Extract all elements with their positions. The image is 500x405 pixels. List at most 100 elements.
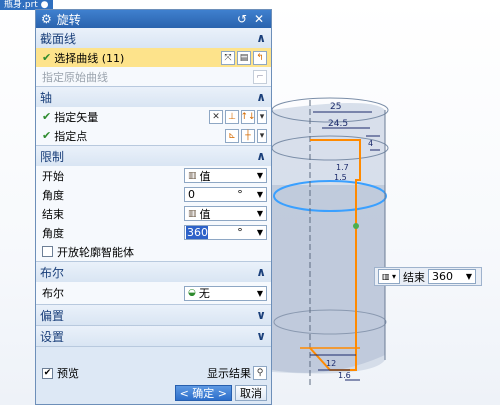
end-angle-value[interactable]: 360 [186, 226, 208, 239]
boolean-title: 布尔 [40, 265, 65, 280]
svg-text:24.5: 24.5 [328, 119, 348, 129]
boolean-group: 布尔 ∧ 布尔 ◒ 无 ▼ [36, 262, 271, 305]
button-row: < 确定 > 取消 [36, 382, 271, 404]
angle1-label: 角度 [42, 188, 64, 202]
svg-text:1.7: 1.7 [336, 163, 349, 172]
limits-header[interactable]: 限制 ∧ [36, 146, 271, 166]
boolean-select[interactable]: ◒ 无 ▼ [184, 285, 267, 301]
chevron-down-icon: ▼ [256, 209, 263, 218]
preview-label: 预览 [57, 367, 79, 380]
start-angle-value[interactable]: 0 [185, 188, 230, 201]
angle1-row: 角度 0 ° ▼ [36, 185, 271, 204]
point-dropdown-icon[interactable]: ▾ [257, 128, 267, 143]
specify-origin-curve-label: 指定原始曲线 [42, 70, 108, 84]
chevron-down-icon[interactable]: ▼ [257, 228, 266, 237]
revolve-dialog: ⚙ 旋转 ↺ ✕ 截面线 ∧ ✔ 选择曲线 (11) ⤧ ▤ ↰ 指定原始曲线 … [35, 9, 272, 405]
boolean-row: 布尔 ◒ 无 ▼ [36, 282, 271, 304]
start-angle-input[interactable]: 0 ° ▼ [184, 187, 267, 202]
show-result-label: 显示结果 [207, 367, 251, 380]
settings-title: 设置 [40, 329, 65, 344]
select-curve-row[interactable]: ✔ 选择曲线 (11) ⤧ ▤ ↰ [36, 48, 271, 67]
start-select[interactable]: ▥ 值 ▼ [184, 168, 267, 183]
curve-rule-icon[interactable]: ⤧ [221, 50, 235, 65]
open-profile-checkbox[interactable] [42, 246, 53, 257]
reset-icon[interactable]: ↺ [235, 12, 249, 26]
end-angle-input[interactable]: 360 ° ▼ [184, 225, 267, 240]
chevron-up-icon: ∧ [256, 265, 266, 279]
close-icon[interactable]: ✕ [252, 12, 266, 26]
section-curve-group: 截面线 ∧ ✔ 选择曲线 (11) ⤧ ▤ ↰ 指定原始曲线 ⌐ [36, 28, 271, 87]
gear-icon: ⚙ [41, 12, 52, 26]
vector-dialog-icon[interactable]: ⊥ [225, 109, 239, 124]
point-dialog-icon[interactable]: ⊾ [225, 128, 239, 143]
check-icon: ✔ [42, 110, 52, 123]
chevron-up-icon: ∧ [256, 90, 266, 104]
axis-title: 轴 [40, 90, 53, 105]
chevron-up-icon: ∧ [256, 31, 266, 45]
specify-vector-row[interactable]: ✔ 指定矢量 ✕ ⊥ ↑↓ ▾ [36, 107, 271, 126]
end-label: 结束 [42, 207, 64, 221]
svg-text:25: 25 [330, 102, 341, 112]
chevron-down-icon: ∨ [256, 308, 266, 322]
limits-title: 限制 [40, 149, 65, 164]
preview-checkbox[interactable]: ✔ [42, 367, 53, 379]
specify-vector-label: 指定矢量 [54, 110, 99, 124]
specify-origin-curve-row: 指定原始曲线 ⌐ [36, 67, 271, 86]
boolean-label: 布尔 [42, 287, 64, 300]
curve-icon[interactable]: ↰ [253, 50, 267, 65]
floating-end-widget: ▥ ▾ 结束 360 ▼ [374, 267, 482, 286]
chevron-down-icon: ∨ [256, 329, 266, 343]
limits-group: 限制 ∧ 开始 ▥ 值 ▼ 角度 0 ° ▼ 结束 ▥ 值 ▼ 角度 360 °… [36, 146, 271, 262]
settings-group: 设置 ∨ [36, 326, 271, 347]
svg-text:1.6: 1.6 [338, 371, 351, 380]
chevron-down-icon: ▼ [256, 171, 263, 180]
end-select[interactable]: ▥ 值 ▼ [184, 206, 267, 221]
start-select-value: 值 [199, 169, 211, 183]
vector-dropdown-icon[interactable]: ▾ [257, 109, 267, 124]
chevron-up-icon: ∧ [256, 149, 266, 163]
vector-type-icon[interactable]: ↑↓ [240, 109, 256, 124]
start-angle-unit: ° [237, 188, 243, 201]
boolean-header[interactable]: 布尔 ∧ [36, 262, 271, 282]
svg-text:12: 12 [326, 359, 336, 368]
value-type-icon[interactable]: ▥ ▾ [378, 269, 400, 284]
start-row: 开始 ▥ 值 ▼ [36, 166, 271, 185]
chevron-down-icon[interactable]: ▼ [466, 272, 472, 281]
ok-button[interactable]: < 确定 > [174, 385, 232, 401]
open-profile-label: 开放轮廓智能体 [57, 245, 134, 259]
chevron-down-icon[interactable]: ▼ [257, 190, 266, 199]
reverse-direction-icon[interactable]: ✕ [209, 109, 223, 124]
none-icon: ◒ [188, 288, 196, 298]
magnifier-icon[interactable]: ⚲ [253, 366, 267, 380]
offset-group: 偏置 ∨ [36, 305, 271, 326]
cancel-button[interactable]: 取消 [235, 385, 267, 401]
end-row: 结束 ▥ 值 ▼ [36, 204, 271, 223]
svg-text:4: 4 [368, 139, 373, 148]
specify-point-row[interactable]: ✔ 指定点 ⊾ ┼ ▾ [36, 126, 271, 145]
value-icon: ▥ [188, 170, 197, 181]
value-icon: ▥ [188, 208, 197, 219]
sketch-section-icon[interactable]: ▤ [237, 50, 251, 65]
check-icon: ✔ [42, 129, 52, 142]
floating-end-label: 结束 [403, 270, 425, 284]
open-profile-row[interactable]: 开放轮廓智能体 [36, 242, 271, 261]
start-label: 开始 [42, 169, 64, 183]
offset-header[interactable]: 偏置 ∨ [36, 305, 271, 325]
axis-header[interactable]: 轴 ∧ [36, 87, 271, 107]
offset-title: 偏置 [40, 308, 65, 323]
boolean-select-value: 无 [198, 287, 210, 300]
angle2-row: 角度 360 ° ▼ [36, 223, 271, 242]
angle2-label: 角度 [42, 226, 64, 240]
axis-group: 轴 ∧ ✔ 指定矢量 ✕ ⊥ ↑↓ ▾ ✔ 指定点 ⊾ ┼ ▾ [36, 87, 271, 146]
floating-end-value[interactable]: 360 [432, 270, 466, 283]
floating-end-input[interactable]: 360 ▼ [428, 269, 476, 284]
chevron-down-icon: ▼ [256, 288, 263, 298]
point-type-icon[interactable]: ┼ [241, 128, 255, 143]
dialog-title: 旋转 [56, 12, 81, 27]
settings-header[interactable]: 设置 ∨ [36, 326, 271, 346]
section-curve-header[interactable]: 截面线 ∧ [36, 28, 271, 48]
dialog-titlebar: ⚙ 旋转 ↺ ✕ [36, 10, 271, 28]
select-curve-label: 选择曲线 (11) [54, 51, 125, 65]
end-angle-unit: ° [237, 226, 243, 239]
check-icon: ✔ [42, 51, 52, 64]
